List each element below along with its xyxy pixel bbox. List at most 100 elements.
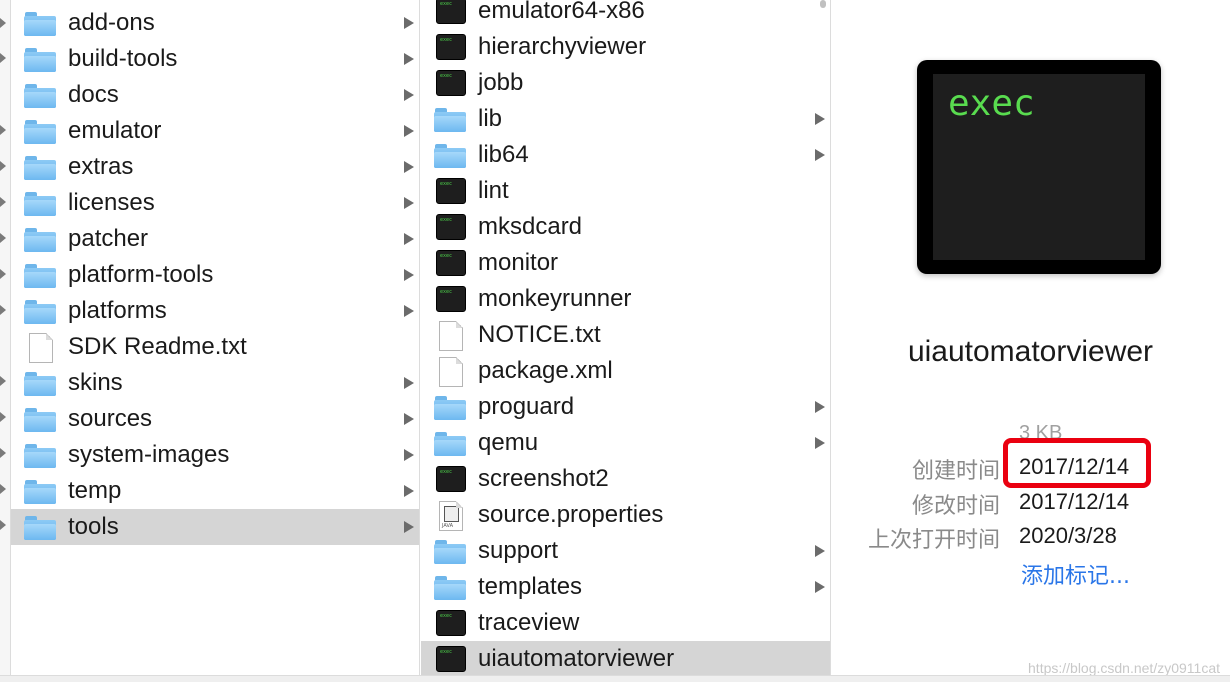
column-sdk: add-ons build-tools docs emulator extras lice… <box>11 0 420 682</box>
preview-file-name: uiautomatorviewer <box>907 335 1154 368</box>
list-item[interactable]: skins <box>11 365 419 401</box>
item-label: platform-tools <box>68 261 214 288</box>
add-tags-link[interactable]: 添加标记... <box>1021 558 1130 590</box>
preview-file-size: 3 KB <box>1019 422 1063 438</box>
chevron-right-icon <box>815 545 825 557</box>
folder-icon <box>24 189 56 217</box>
folder-icon <box>24 441 56 469</box>
chevron-right-icon <box>0 125 6 135</box>
folder-icon <box>24 153 56 181</box>
item-label: SDK Readme.txt <box>68 333 247 360</box>
item-label: tools <box>68 513 119 540</box>
chevron-right-icon <box>404 449 414 461</box>
document-icon <box>434 357 466 387</box>
list-item[interactable]: patcher <box>11 221 419 257</box>
list-item[interactable]: lib64 <box>421 137 830 173</box>
list-item[interactable]: exec mksdcard <box>421 209 830 245</box>
exec-preview-icon: exec <box>917 60 1161 274</box>
watermark: https://blog.csdn.net/zy0911cat <box>1028 660 1220 676</box>
list-item[interactable]: tools <box>11 509 419 545</box>
exec-icon: exec <box>434 609 466 637</box>
item-label: monkeyrunner <box>478 285 632 312</box>
list-item[interactable]: extras <box>11 149 419 185</box>
list-item[interactable]: exec monitor <box>421 245 830 281</box>
item-label: templates <box>478 573 583 600</box>
list-item[interactable]: exec screenshot2 <box>421 461 830 497</box>
list-item[interactable]: exec traceview <box>421 605 830 641</box>
chevron-right-icon <box>404 53 414 65</box>
folder-icon <box>24 405 56 433</box>
chevron-right-icon <box>0 53 6 63</box>
item-label: lib <box>478 105 503 132</box>
item-label: qemu <box>478 429 539 456</box>
list-item[interactable]: licenses <box>11 185 419 221</box>
item-label: lint <box>478 177 509 204</box>
list-item[interactable]: platform-tools <box>11 257 419 293</box>
list-item[interactable]: JAVA source.properties <box>421 497 830 533</box>
last-opened-value: 2020/3/28 <box>1019 523 1117 548</box>
chevron-right-icon <box>0 269 6 279</box>
list-item[interactable]: NOTICE.txt <box>421 317 830 353</box>
list-item[interactable]: add-ons <box>11 5 419 41</box>
item-label: uiautomatorviewer <box>478 645 675 672</box>
exec-icon: exec <box>434 177 466 205</box>
column-tools: exec emulator64-x86 exec hierarchyviewer exe… <box>421 0 831 682</box>
folder-icon <box>24 81 56 109</box>
chevron-right-icon <box>0 233 6 243</box>
item-label: mksdcard <box>478 213 583 240</box>
list-item[interactable]: emulator <box>11 113 419 149</box>
list-item[interactable]: support <box>421 533 830 569</box>
folder-icon <box>24 9 56 37</box>
folder-icon <box>24 369 56 397</box>
chevron-right-icon <box>815 113 825 125</box>
chevron-right-icon <box>0 484 6 494</box>
item-label: lib64 <box>478 141 529 168</box>
folder-icon <box>434 141 466 169</box>
item-label: screenshot2 <box>478 465 609 492</box>
list-item[interactable]: exec uiautomatorviewer <box>421 641 830 677</box>
chevron-right-icon <box>815 581 825 593</box>
item-label: source.properties <box>478 501 664 528</box>
chevron-right-icon <box>404 17 414 29</box>
list-item[interactable]: proguard <box>421 389 830 425</box>
chevron-right-icon <box>0 161 6 171</box>
folder-icon <box>24 513 56 541</box>
item-label: extras <box>68 153 134 180</box>
item-label: licenses <box>68 189 155 216</box>
list-item[interactable]: sources <box>11 401 419 437</box>
list-item[interactable]: exec jobb <box>421 65 830 101</box>
scrollbar-thumb[interactable] <box>820 0 826 8</box>
list-item[interactable]: templates <box>421 569 830 605</box>
list-item[interactable]: exec lint <box>421 173 830 209</box>
chevron-right-icon <box>0 376 6 386</box>
list-item[interactable]: package.xml <box>421 353 830 389</box>
item-label: build-tools <box>68 45 178 72</box>
list-item[interactable]: build-tools <box>11 41 419 77</box>
chevron-right-icon <box>0 448 6 458</box>
chevron-right-icon <box>815 437 825 449</box>
item-label: temp <box>68 477 122 504</box>
list-item[interactable]: lib <box>421 101 830 137</box>
chevron-right-icon <box>404 197 414 209</box>
chevron-right-icon <box>404 125 414 137</box>
list-item[interactable]: docs <box>11 77 419 113</box>
exec-preview-screen: exec <box>933 74 1145 260</box>
list-item[interactable]: system-images <box>11 437 419 473</box>
list-item[interactable]: platforms <box>11 293 419 329</box>
folder-icon <box>434 429 466 457</box>
list-item[interactable]: exec emulator64-x86 <box>421 0 830 29</box>
document-icon <box>434 321 466 351</box>
chevron-right-icon <box>404 377 414 389</box>
item-label: patcher <box>68 225 149 252</box>
list-item[interactable]: exec hierarchyviewer <box>421 29 830 65</box>
chevron-right-icon <box>404 413 414 425</box>
document-icon <box>24 333 56 363</box>
folder-icon <box>24 261 56 289</box>
list-item[interactable]: exec monkeyrunner <box>421 281 830 317</box>
list-item[interactable]: temp <box>11 473 419 509</box>
parent-column-edge[interactable] <box>0 0 11 682</box>
list-item[interactable]: SDK Readme.txt <box>11 329 419 365</box>
exec-icon: exec <box>434 0 466 25</box>
chevron-right-icon <box>0 520 6 530</box>
list-item[interactable]: qemu <box>421 425 830 461</box>
